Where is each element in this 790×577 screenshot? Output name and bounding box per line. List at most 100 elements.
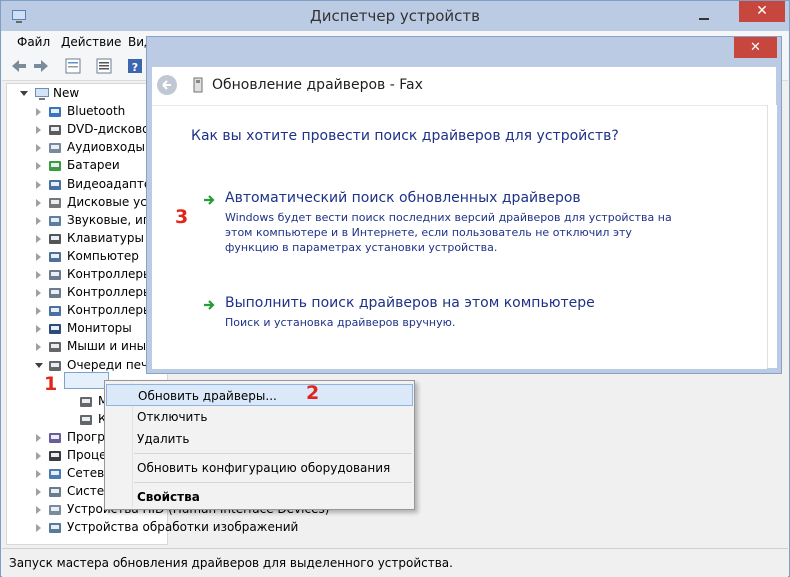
tree-item-label: Звуковые, игр [67,212,157,227]
expand-toggle[interactable] [35,362,43,368]
expand-toggle[interactable] [36,488,41,497]
tree-item-label: Устройства обработки изображений [67,520,299,535]
forward-arrow-icon[interactable] [32,57,50,75]
device-icon [193,77,203,93]
menu-item-update-drivers[interactable]: Обновить драйверы... [106,384,413,406]
menu-item-scan-hardware[interactable]: Обновить конфигурацию оборудования [106,457,413,479]
expand-toggle[interactable] [36,216,41,225]
expand-toggle[interactable] [36,144,41,153]
tree-item-label: Очереди печа [67,357,156,372]
tree-item-label: Аудиовходы и [67,140,157,155]
controller-icon [49,270,61,280]
system-icon [49,487,61,498]
battery-icon [49,161,61,172]
software-icon [49,432,61,443]
tree-item-label: Bluetooth [67,104,126,119]
green-arrow-icon [204,300,215,310]
computer-icon [49,251,61,262]
option-desc-line: Windows будет вести поиск последних верс… [225,211,672,224]
annotation-2: 2 [306,382,320,404]
menu-separator [134,453,412,454]
display-adapter-icon [49,179,61,190]
usb-icon [49,306,61,317]
wizard-body: Как вы хотите провести поиск драйверов д… [152,105,767,369]
expand-toggle[interactable] [36,126,41,135]
tree-item-label: Батареи [67,158,120,173]
list-icon[interactable] [95,57,113,75]
tree-item-label: Прогр [67,429,105,444]
tree-item-label: Дисковые уст [67,194,154,209]
audio-icon [49,143,61,154]
menu-file[interactable]: Файл [17,35,50,49]
tree-item-label: Проце [67,448,107,462]
printer-icon [49,360,61,371]
back-button[interactable] [157,75,177,95]
cpu-icon [49,451,61,461]
hid-icon [49,505,61,516]
keyboard-icon [49,233,61,244]
expand-toggle[interactable] [36,198,41,207]
expand-toggle[interactable] [36,470,41,479]
expand-toggle[interactable] [36,325,41,334]
back-arrow-icon [162,80,171,90]
expand-toggle[interactable] [36,524,41,533]
expand-toggle[interactable] [36,108,41,117]
wizard-close-button[interactable]: ✕ [734,37,777,58]
menu-item-uninstall[interactable]: Удалить [106,428,413,450]
disk-icon [49,197,61,208]
printer-icon [80,414,92,425]
tree-item-label: Контроллеры [67,303,153,318]
update-drivers-dialog: ✕ Обновление драйверов - Fax Как вы хоти… [146,36,782,374]
menu-item-properties[interactable]: Свойства [106,486,413,508]
bluetooth-icon [49,107,61,118]
option-desc-line: функцию в параметрах установки устройств… [225,241,498,254]
annotation-1: 1 [44,373,58,395]
expand-toggle[interactable] [36,234,41,243]
expand-toggle[interactable] [36,180,41,189]
close-button[interactable]: ✕ [739,1,785,22]
status-bar: Запуск мастера обновления драйверов для … [2,548,788,577]
option-title: Выполнить поиск драйверов на этом компью… [225,295,595,311]
tree-item-label: Контроллеры [67,267,153,281]
option-desc-line: Поиск и установка драйверов вручную. [225,316,456,329]
selected-item-highlight [64,372,109,389]
camera-icon [49,523,61,534]
back-arrow-icon[interactable] [10,57,28,75]
scrollbar[interactable] [767,105,777,368]
monitor-icon [49,324,61,335]
tree-item-label: DVD-дисковод [67,122,158,137]
tree-item-label: Систе [67,484,105,499]
expand-toggle[interactable] [36,452,41,460]
window-title: Диспетчер устройств [309,7,480,25]
printer-icon [80,396,92,407]
properties-icon[interactable] [64,57,82,75]
computer-icon [35,88,49,100]
expand-toggle[interactable] [36,252,41,261]
wizard-question: Как вы хотите провести поиск драйверов д… [191,128,619,144]
tree-item-label: Клавиатуры [67,230,144,245]
option-desc-line: этом компьютере и в Интернете, если поль… [225,226,632,239]
dvd-icon [49,125,61,136]
expand-toggle[interactable] [36,162,41,171]
tree-item-label: Мыши и иные [67,339,154,354]
expand-toggle[interactable] [36,433,41,442]
expand-toggle[interactable] [36,506,41,515]
menu-action[interactable]: Действие [61,35,121,49]
tree-item-label: Мониторы [67,321,132,336]
expand-toggle[interactable] [36,307,41,316]
tree-item-label: Контроллеры [67,285,153,300]
expand-toggle[interactable] [36,271,41,279]
expand-toggle[interactable] [36,343,41,352]
svg-text:?: ? [132,61,138,74]
controller-icon [49,288,61,299]
context-menu: Обновить драйверы... Отключить Удалить О… [104,380,415,510]
title-bar: Диспетчер устройств ✕ [1,1,789,31]
tree-item-label: Компьютер [67,248,139,263]
wizard-header: Обновление драйверов - Fax [152,67,776,105]
option-title: Автоматический поиск обновленных драйвер… [225,190,581,206]
minimize-button[interactable] [697,9,711,23]
expand-toggle[interactable] [36,289,41,298]
help-icon[interactable]: ? [126,57,144,75]
wizard-title: Обновление драйверов - Fax [212,77,423,93]
menu-item-disable[interactable]: Отключить [106,406,413,428]
